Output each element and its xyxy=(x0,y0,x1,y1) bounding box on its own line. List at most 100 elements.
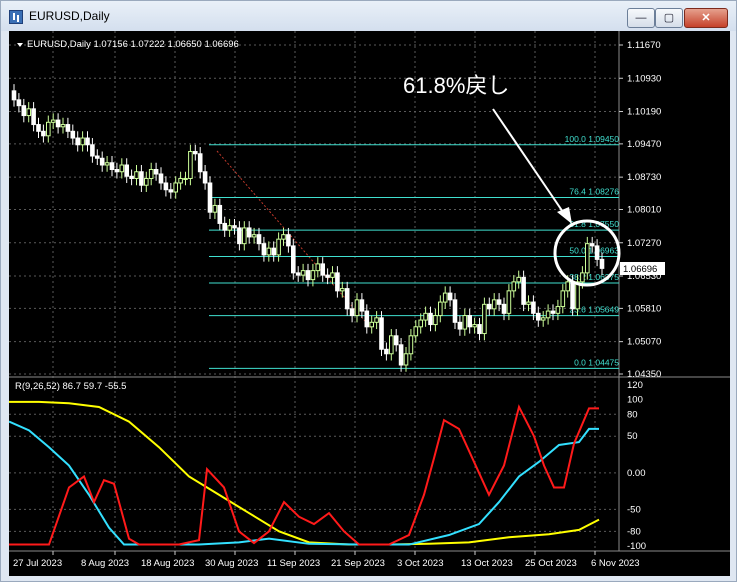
candle-body xyxy=(491,299,497,310)
candle-body xyxy=(560,290,566,308)
indicator-tick-label: 0.00 xyxy=(627,468,646,479)
candle-body xyxy=(232,225,237,229)
candle-body xyxy=(75,137,81,146)
candle-body xyxy=(379,317,384,350)
chart-header-label: EURUSD,Daily 1.07156 1.07222 1.06650 1.0… xyxy=(27,39,239,50)
candle-body xyxy=(315,263,321,272)
candle-body xyxy=(354,299,360,317)
candle-body xyxy=(496,299,502,305)
price-chart-area[interactable]: EURUSD,Daily 1.07156 1.07222 1.06650 1.0… xyxy=(9,31,730,576)
candle-body xyxy=(545,310,551,319)
indicator-tick-label: 50 xyxy=(627,431,638,442)
candle-body xyxy=(95,155,100,159)
candle-body xyxy=(266,247,272,256)
candle-body xyxy=(428,312,433,326)
candle-body xyxy=(251,234,257,238)
candle-body xyxy=(129,175,134,179)
price-tick-label: 1.08010 xyxy=(627,205,661,216)
indicator-label: R(9,26,52) 86.7 59.7 -55.5 xyxy=(15,381,126,392)
candle-body xyxy=(291,245,296,274)
candle-body xyxy=(550,310,556,314)
price-chart[interactable]: EURUSD,Daily 1.07156 1.07222 1.06650 1.0… xyxy=(9,31,730,576)
candle-body xyxy=(585,243,590,274)
candle-body xyxy=(148,168,154,179)
minimize-button[interactable]: — xyxy=(627,8,655,28)
price-tick-label: 1.04350 xyxy=(627,369,661,380)
dropdown-triangle-icon[interactable] xyxy=(17,43,23,47)
indicator-tick-label: -50 xyxy=(627,504,641,515)
candle-body xyxy=(374,317,379,323)
candle-body xyxy=(31,108,36,126)
time-tick-label: 25 Oct 2023 xyxy=(525,558,577,569)
title-bar[interactable]: EURUSD,Daily — ▢ ✕ xyxy=(1,1,736,31)
time-tick-label: 21 Sep 2023 xyxy=(331,558,385,569)
annotation-text: 61.8%戻し xyxy=(403,73,509,98)
candle-body xyxy=(393,335,399,346)
close-button[interactable]: ✕ xyxy=(684,8,728,28)
candle-body xyxy=(447,292,453,301)
candle-body xyxy=(65,124,71,132)
candle-body xyxy=(227,225,232,231)
candle-body xyxy=(90,144,95,157)
candle-body xyxy=(349,308,355,317)
candle-body xyxy=(344,288,350,310)
price-tick-label: 1.10930 xyxy=(627,73,661,84)
candle-body xyxy=(501,303,507,314)
candle-body xyxy=(452,299,458,323)
candle-body xyxy=(158,173,164,184)
candle-body xyxy=(442,292,448,303)
candle-body xyxy=(389,335,394,355)
time-tick-label: 27 Jul 2023 xyxy=(13,558,62,569)
candle-body xyxy=(398,344,404,366)
time-tick-label: 8 Aug 2023 xyxy=(81,558,129,569)
candle-body xyxy=(506,290,512,314)
candle-body xyxy=(594,245,600,260)
candle-body xyxy=(207,182,213,213)
price-tick-label: 1.11670 xyxy=(627,40,661,51)
candle-body xyxy=(237,227,242,245)
price-tick-label: 1.08730 xyxy=(627,172,661,183)
candle-body xyxy=(580,272,585,283)
candle-body xyxy=(119,164,125,173)
window-title: EURUSD,Daily xyxy=(29,9,110,23)
candle-body xyxy=(60,124,66,128)
candle-body xyxy=(599,258,605,269)
candle-body xyxy=(305,270,311,281)
candle-body xyxy=(134,171,139,179)
candle-body xyxy=(330,272,335,278)
candle-body xyxy=(540,317,546,321)
indicator-tick-label: 80 xyxy=(627,409,638,420)
candle-body xyxy=(21,105,27,117)
candle-body xyxy=(300,270,306,276)
candle-body xyxy=(99,157,105,166)
maximize-button[interactable]: ▢ xyxy=(655,8,683,28)
candle-body xyxy=(217,204,223,224)
candle-body xyxy=(526,301,531,305)
time-tick-label: 18 Aug 2023 xyxy=(141,558,194,569)
candle-body xyxy=(457,321,463,330)
indicator-tick-label: 120 xyxy=(627,380,643,391)
chart-window: EURUSD,Daily — ▢ ✕ EURUSD,Daily 1.07156 … xyxy=(0,0,737,582)
candle-body xyxy=(139,171,144,186)
candle-body xyxy=(70,130,76,139)
time-tick-label: 13 Oct 2023 xyxy=(461,558,513,569)
indicator-tick-label: -100 xyxy=(627,541,646,552)
candle-body xyxy=(487,303,492,310)
candle-body xyxy=(11,90,17,101)
candle-body xyxy=(369,321,374,328)
candle-body xyxy=(144,177,149,186)
candle-body xyxy=(173,182,178,193)
candle-body xyxy=(256,234,262,245)
price-tick-label: 1.09470 xyxy=(627,139,661,150)
candle-body xyxy=(26,108,31,117)
candle-body xyxy=(340,288,345,292)
candle-body xyxy=(178,177,183,184)
candle-body xyxy=(413,326,419,337)
candle-body xyxy=(163,182,169,191)
indicator-axis: 120 100 80 50 0.00 -50 -80 -100 xyxy=(9,380,646,552)
candle-body xyxy=(531,301,536,314)
candle-body xyxy=(85,137,90,146)
candle-body xyxy=(197,153,203,173)
candle-body xyxy=(109,162,115,170)
time-tick-label: 6 Nov 2023 xyxy=(591,558,640,569)
